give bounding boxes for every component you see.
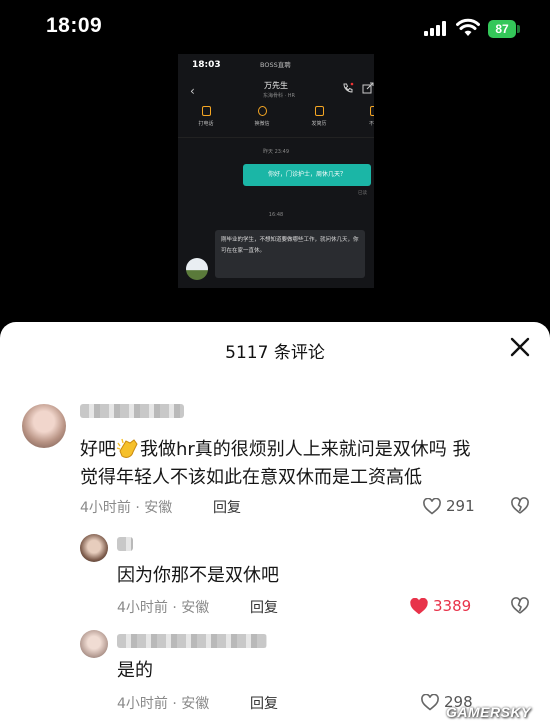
chat-contact-name: 万先生 — [264, 81, 288, 90]
reply-button[interactable]: 回复 — [250, 597, 278, 617]
battery-icon: 87 — [488, 20, 516, 38]
heart-icon[interactable] — [421, 694, 439, 711]
comment-text: 因为你那不是双休吧 — [117, 565, 279, 586]
close-icon[interactable] — [509, 336, 531, 358]
avatar[interactable] — [22, 404, 66, 448]
share-icon — [362, 82, 374, 94]
broken-heart-icon[interactable] — [511, 497, 529, 515]
like-count: 291 — [446, 497, 475, 515]
comment-meta: 4小时前 · 安徽 — [117, 600, 210, 616]
tool-dislike: 不感 — [354, 106, 374, 127]
username-blurred[interactable] — [117, 537, 133, 551]
broken-heart-icon[interactable] — [511, 597, 529, 615]
reply-button[interactable]: 回复 — [213, 497, 241, 517]
wifi-icon — [456, 18, 480, 36]
chat-outgoing-message: 你好，门诊护士，周休几天？ — [243, 164, 371, 186]
document-icon — [314, 106, 324, 116]
chat-app-name: BOSS直聘 — [260, 61, 291, 69]
chat-bubble-icon — [257, 106, 267, 116]
heart-icon[interactable] — [423, 498, 441, 515]
clapping-hands-emoji-icon — [116, 438, 138, 458]
chat-screenshot-image: 18:03 BOSS直聘 ‹ 万先生 东海骨科 · HR 打电话 换微信 发简历… — [178, 54, 374, 288]
reply-button[interactable]: 回复 — [250, 693, 278, 713]
thumb-icon — [369, 106, 374, 116]
back-icon: ‹ — [190, 84, 195, 98]
contact-avatar — [186, 258, 208, 280]
like-count: 3389 — [433, 597, 472, 615]
avatar[interactable] — [80, 534, 108, 562]
comment-meta: 4小时前 · 安徽 — [117, 696, 210, 712]
phone-icon — [343, 82, 354, 93]
tool-wechat: 换微信 — [242, 106, 282, 127]
avatar[interactable] — [80, 630, 108, 658]
phone-card-icon — [201, 106, 211, 116]
tool-resume: 发简历 — [299, 106, 339, 127]
comment-meta: 4小时前 · 安徽 — [80, 500, 173, 516]
cellular-signal-icon — [424, 21, 448, 36]
comment-text: 是的 — [117, 660, 153, 681]
chat-status-time: 18:03 — [192, 60, 221, 70]
chat-tools-bar: 打电话 换微信 发简历 不感 — [178, 106, 374, 134]
chat-timestamp: 昨天 23:49 — [263, 149, 289, 155]
username-blurred[interactable] — [80, 404, 184, 418]
status-time: 18:09 — [46, 14, 103, 37]
chat-incoming-message: 刚毕业的学生，不想知道要做哪些工作，就问休几天，你可在在家一直休。 — [215, 230, 365, 278]
status-bar: 18:09 87 — [0, 0, 550, 60]
battery-cap — [517, 25, 520, 33]
chat-contact-sub: 东海骨科 · HR — [263, 93, 296, 99]
gamersky-watermark: GAMERSKY — [446, 704, 531, 720]
read-receipt: 已读 — [358, 191, 367, 196]
chat-timestamp: 16:48 — [268, 212, 284, 218]
comment-text: 好吧 我做hr真的很烦别人上来就问是双休吗 我 觉得年轻人不该如此在意双休而是工… — [80, 438, 471, 488]
chat-divider — [178, 137, 374, 138]
heart-icon[interactable] — [410, 598, 428, 615]
comments-count-title: 5117 条评论 — [225, 343, 325, 363]
username-blurred[interactable] — [117, 634, 267, 648]
tool-call: 打电话 — [186, 106, 226, 127]
